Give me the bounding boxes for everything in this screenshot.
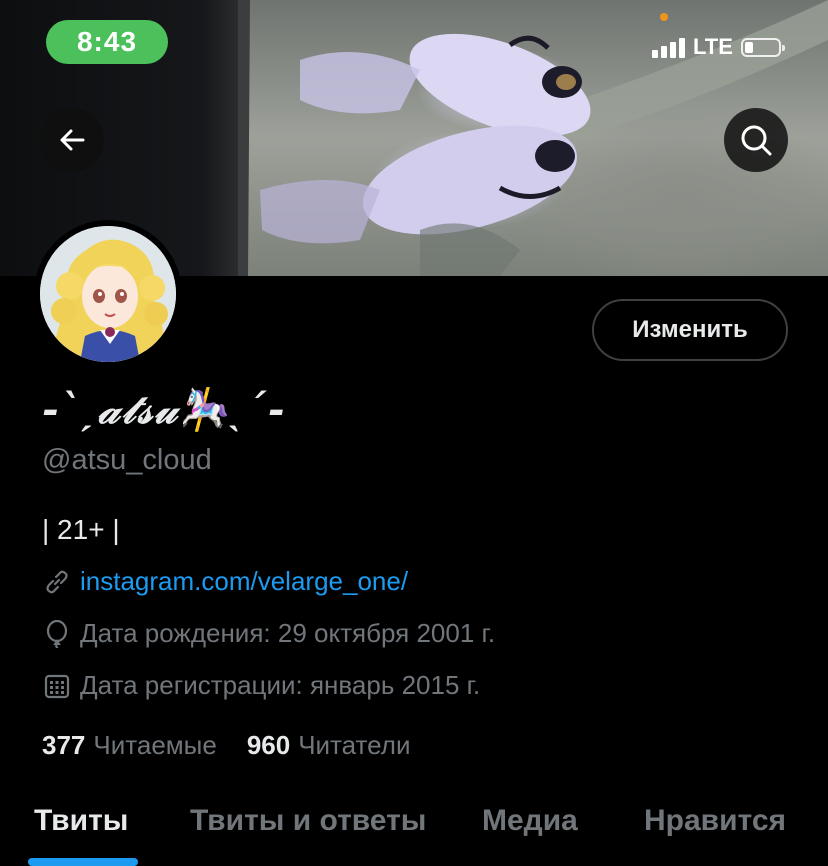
link-icon [42,567,72,597]
joined-text: Дата регистрации: январь 2015 г. [80,670,481,700]
follow-stats: 377 Читаемые 960 Читатели [42,730,410,761]
battery-icon [740,37,785,57]
network-label: LTE [693,34,733,59]
back-button[interactable] [40,108,104,172]
active-tab-indicator [28,858,138,866]
following-count[interactable]: 377 [42,730,85,761]
search-button[interactable] [724,108,788,172]
username-handle: @atsu_cloud [42,444,212,476]
avatar[interactable] [34,220,182,368]
followers-label[interactable]: Читатели [298,730,410,761]
signal-icon [652,36,685,58]
display-name: -ˋˏ𝒶𝓉𝓈𝓊🎠ˎˊ- [42,386,287,433]
arrow-left-icon [60,129,85,151]
bio-text: | 21+ | [42,514,120,545]
joined-row: Дата регистрации: январь 2015 г. [42,670,480,701]
tab-tweets-and-replies[interactable]: Твиты и ответы [190,804,426,838]
followers-count[interactable]: 960 [247,730,290,761]
profile-tabs: Твиты Твиты и ответы Медиа Нравится [0,800,828,866]
profile-link[interactable]: instagram.com/velarge_one/ [80,566,408,597]
status-indicators: LTE [652,34,785,60]
tab-likes[interactable]: Нравится [644,804,786,838]
following-label[interactable]: Читаемые [93,730,216,761]
birthday-text: Дата рождения: 29 октября 2001 г. [80,618,496,648]
balloon-icon [42,619,72,649]
search-icon [741,125,772,156]
profile-link-row: instagram.com/velarge_one/ [42,566,408,597]
tab-tweets[interactable]: Твиты [34,804,128,838]
status-time: 8:43 [46,20,168,64]
privacy-indicator-dot [660,13,668,21]
birthday-row: Дата рождения: 29 октября 2001 г. [42,618,495,649]
edit-profile-button[interactable]: Изменить [592,299,788,361]
avatar-image [40,226,176,362]
calendar-icon [42,671,72,701]
tab-media[interactable]: Медиа [482,804,578,838]
